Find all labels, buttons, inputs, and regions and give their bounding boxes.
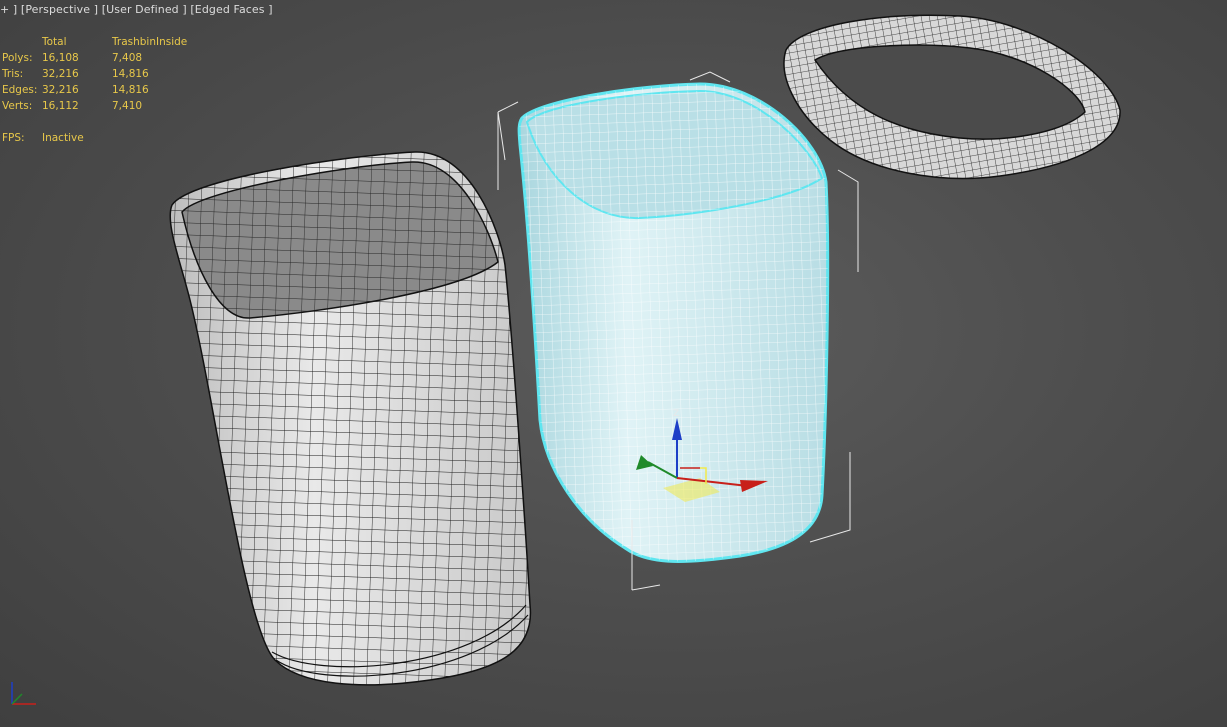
trashbin-lid-mesh[interactable] [783, 14, 1121, 180]
stats-label: Verts: [2, 100, 33, 112]
stats-header-empty [2, 34, 42, 50]
trashbin-outer-mesh[interactable] [169, 151, 532, 686]
stats-total: 32,216 [42, 84, 79, 96]
stats-row-fps: FPS: Inactive [2, 130, 202, 146]
viewport-menu-edged-faces[interactable]: [Edged Faces ] [190, 3, 272, 16]
stats-label: Polys: [2, 52, 33, 64]
stats-selected: 14,816 [112, 68, 149, 80]
stats-row-tris: Tris: 32,216 14,816 [2, 66, 202, 82]
fps-value: Inactive [42, 132, 84, 144]
stats-selected: 7,408 [112, 52, 143, 64]
viewport-menu-user-defined[interactable]: [User Defined ] [102, 3, 187, 16]
stats-row-edges: Edges: 32,216 14,816 [2, 82, 202, 98]
viewport-label[interactable]: + ] [Perspective ] [User Defined ] [Edge… [0, 3, 273, 16]
stats-selected: 14,816 [112, 84, 149, 96]
stats-label: Edges: [2, 84, 38, 96]
fps-label: FPS: [2, 132, 25, 144]
stats-row-polys: Polys: 16,108 7,408 [2, 50, 202, 66]
stats-total: 16,108 [42, 52, 79, 64]
perspective-viewport[interactable]: Z + ] [Perspective ] [User Defined ] [Ed… [0, 0, 1227, 727]
stats-total: 32,216 [42, 68, 79, 80]
stats-total: 16,112 [42, 100, 79, 112]
stats-selected: 7,410 [112, 100, 143, 112]
stats-header-selected: TrashbinInside [112, 36, 188, 48]
stats-header-row: Total TrashbinInside [2, 34, 202, 50]
world-axis-tripod-icon [11, 682, 36, 705]
statistics-overlay: Total TrashbinInside Polys: 16,108 7,408… [2, 34, 202, 146]
stats-header-total: Total [42, 36, 67, 48]
viewport-menu-plus[interactable]: + ] [0, 3, 17, 16]
stats-label: Tris: [2, 68, 24, 80]
viewport-menu-perspective[interactable]: [Perspective ] [21, 3, 98, 16]
gizmo-z-label: Z [673, 409, 679, 419]
stats-row-verts: Verts: 16,112 7,410 [2, 98, 202, 114]
